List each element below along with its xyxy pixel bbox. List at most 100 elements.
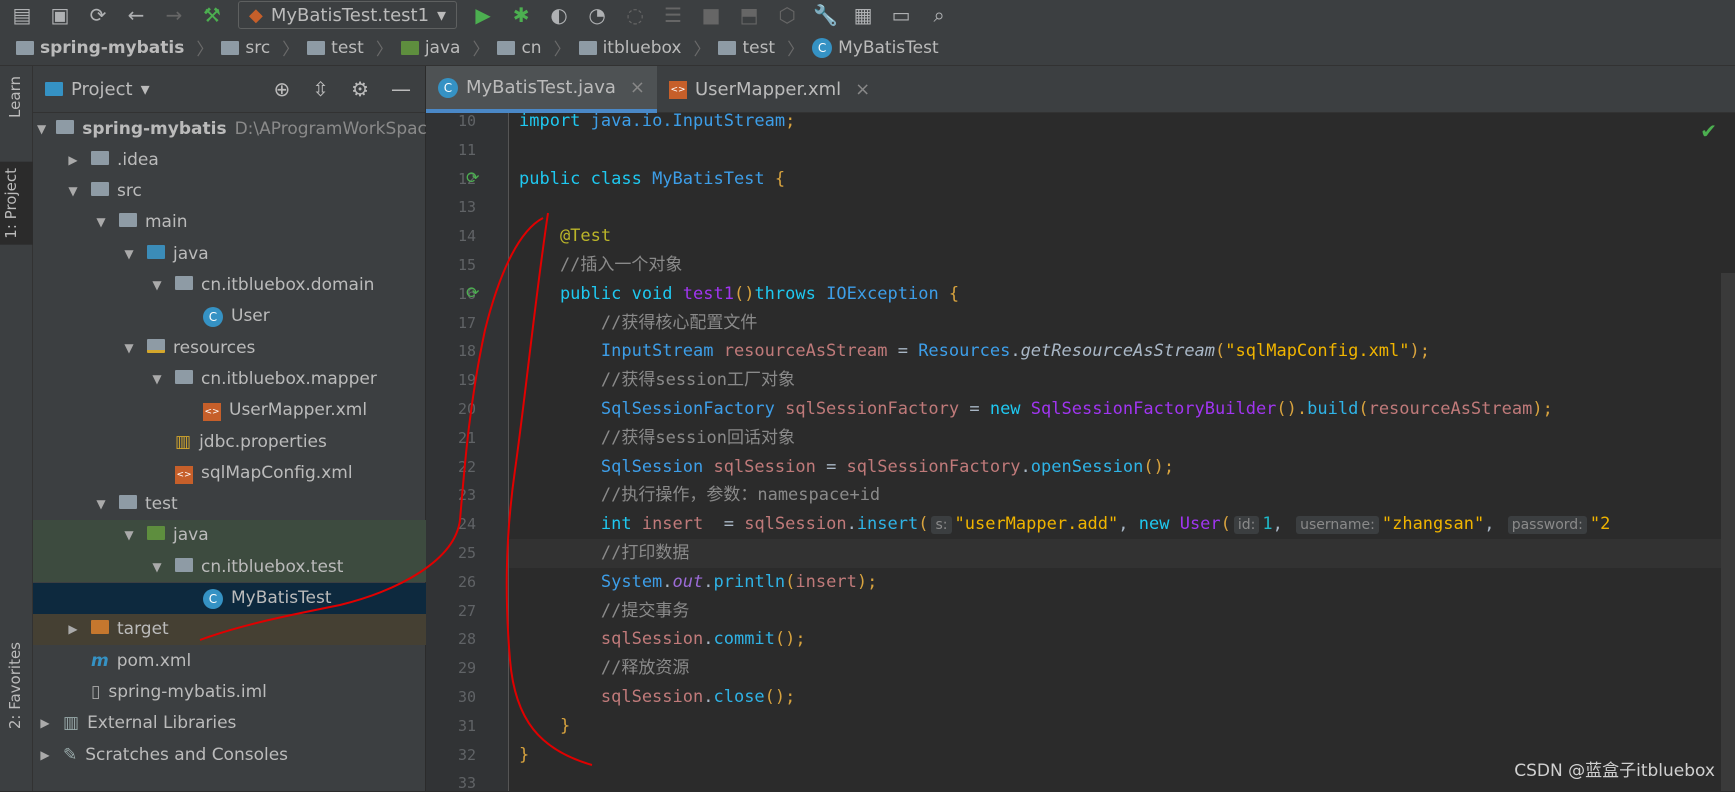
settings-icon[interactable]: 🔧 <box>813 3 838 27</box>
expand-arrow-icon[interactable]: ▼ <box>149 278 165 292</box>
tree-item[interactable]: ▯ spring-mybatis.iml <box>33 676 426 707</box>
deploy-icon[interactable]: ⬒ <box>737 3 761 27</box>
tree-item[interactable]: ▼ test <box>33 489 426 520</box>
tree-item[interactable]: <> sqlMapConfig.xml <box>33 457 426 488</box>
expand-arrow-icon[interactable]: ▶ <box>65 622 81 636</box>
project-structure-icon[interactable]: ▦ <box>851 3 875 27</box>
hide-icon[interactable]: — <box>391 77 411 101</box>
tree-item[interactable]: ▼ java <box>33 519 426 551</box>
expand-arrow-icon[interactable]: ▶ <box>37 748 53 762</box>
tree-item[interactable]: C MyBatisTest <box>33 582 426 614</box>
code-token: //提交事务 <box>519 600 690 621</box>
open-icon[interactable]: ▤ <box>10 3 34 27</box>
expand-arrow-icon[interactable]: ▼ <box>121 247 137 261</box>
run-gutter-icon[interactable]: ⟳ <box>466 168 479 187</box>
structure-icon[interactable]: ⬡ <box>775 3 799 27</box>
expand-arrow-icon[interactable]: ▼ <box>121 341 137 355</box>
tree-item-label: User <box>231 306 270 327</box>
expand-arrow-icon[interactable]: ▼ <box>121 528 137 542</box>
code-line: //提交事务 <box>519 597 689 626</box>
tree-item-label: target <box>117 619 169 640</box>
collapse-all-icon[interactable]: ⇳ <box>312 77 329 101</box>
back-icon[interactable]: ← <box>124 3 148 27</box>
breadcrumb-item[interactable]: cn 〉 <box>497 35 571 60</box>
tree-item[interactable]: ▼ src <box>33 176 426 207</box>
tree-item[interactable]: ▶ target <box>33 613 426 645</box>
favorites-tool-button[interactable]: 2: Favorites <box>4 636 26 735</box>
tree-item[interactable]: ▶ ✎ Scratches and Consoles <box>33 739 426 770</box>
run-gutter-icon[interactable]: ⟳ <box>466 283 479 302</box>
tree-item[interactable]: ▼ cn.itbluebox.domain <box>33 270 426 301</box>
code-line: public class MyBatisTest { <box>519 165 785 194</box>
stop-icon[interactable]: ■ <box>699 3 723 27</box>
tree-item-label: Scratches and Consoles <box>85 744 289 765</box>
tree-item[interactable]: ▼ main <box>33 207 426 238</box>
expand-arrow-icon[interactable]: ▼ <box>93 497 109 511</box>
step-icon[interactable]: ☰ <box>661 3 685 27</box>
code-token: } <box>519 715 571 736</box>
tab-mybatistest-java[interactable]: C MyBatisTest.java × <box>426 66 657 113</box>
expand-arrow-icon[interactable]: ▶ <box>37 716 53 730</box>
tree-item[interactable]: ▼ java <box>33 238 426 269</box>
folder-blue-icon <box>147 244 165 264</box>
build-icon[interactable]: ⚒ <box>200 3 224 27</box>
expand-arrow-icon[interactable]: ▼ <box>93 215 109 229</box>
close-icon[interactable]: × <box>855 79 870 100</box>
code-token: "sqlMapConfig.xml" <box>1225 341 1410 362</box>
project-tool-button[interactable]: 1: Project <box>0 162 33 245</box>
breadcrumb-item[interactable]: spring-mybatis 〉 <box>16 35 213 60</box>
expand-arrow-icon[interactable]: ▼ <box>149 560 165 574</box>
attach-icon[interactable]: ◌ <box>623 3 647 27</box>
code-editor[interactable]: ✔ CSDN @蓝盒子itbluebox import java.io.Inpu… <box>509 113 1735 791</box>
tree-item[interactable]: ▼ cn.itbluebox.mapper <box>33 363 426 394</box>
chevron-down-icon[interactable]: ▾ <box>141 79 150 100</box>
tree-item[interactable]: m pom.xml <box>33 645 426 676</box>
run-icon[interactable]: ▶ <box>471 3 495 27</box>
tree-item[interactable]: ▥ jdbc.properties <box>33 426 426 457</box>
save-icon[interactable]: ▣ <box>48 3 72 27</box>
terminal-icon[interactable]: ▭ <box>889 3 913 27</box>
code-token: sqlSessionFactory <box>785 399 970 419</box>
xml-icon: <> <box>175 462 193 484</box>
tree-item[interactable]: ▼ cn.itbluebox.test <box>33 551 426 583</box>
code-token: ); <box>1409 341 1430 362</box>
breadcrumb-item[interactable]: test 〉 <box>307 35 393 60</box>
tree-item[interactable]: <> UserMapper.xml <box>33 395 426 426</box>
tree-item[interactable]: ▶ ▥ External Libraries <box>33 708 426 739</box>
expand-arrow-icon[interactable]: ▼ <box>149 372 165 386</box>
forward-icon[interactable]: → <box>162 3 186 27</box>
tab-usermapper-xml[interactable]: <> UserMapper.xml × <box>657 66 882 113</box>
profile-icon[interactable]: ◔ <box>585 3 609 27</box>
debug-icon[interactable]: ✱ <box>509 3 533 27</box>
sync-icon[interactable]: ⟳ <box>86 3 110 27</box>
code-token: (); <box>764 687 796 707</box>
learn-tool-button[interactable]: Learn <box>4 70 26 124</box>
code-line: //执行操作，参数：namespace+id <box>519 481 880 510</box>
project-view-select[interactable]: Project <box>71 79 133 100</box>
code-token: = <box>723 514 745 535</box>
run-configuration-select[interactable]: ◆ MyBatisTest.test1 ▾ <box>238 1 458 29</box>
locate-icon[interactable]: ⊕ <box>274 77 291 101</box>
expand-arrow-icon[interactable]: ▶ <box>65 153 81 167</box>
tree-item-label: java <box>173 525 209 546</box>
tree-item[interactable]: ▼ spring-mybatis D:\AProgramWorkSpace <box>33 113 437 144</box>
breadcrumb-item[interactable]: test 〉 <box>718 35 804 60</box>
code-token: . <box>1020 456 1031 477</box>
coverage-icon[interactable]: ◐ <box>547 3 571 27</box>
expand-arrow-icon[interactable]: ▼ <box>37 122 46 136</box>
breadcrumb-item[interactable]: C MyBatisTest <box>812 37 939 58</box>
expand-arrow-icon[interactable]: ▼ <box>65 184 81 198</box>
tree-item[interactable]: C User <box>33 301 426 332</box>
breadcrumb-item[interactable]: java 〉 <box>400 35 489 60</box>
editor-scrollbar[interactable] <box>1721 273 1735 791</box>
breadcrumb-item[interactable]: itbluebox 〉 <box>578 35 710 60</box>
close-icon[interactable]: × <box>630 77 645 98</box>
breadcrumb-item[interactable]: src 〉 <box>221 35 299 60</box>
gear-icon[interactable]: ⚙ <box>351 77 369 101</box>
project-panel-header: Project ▾ ⊕ ⇳ ⚙ — <box>33 66 425 113</box>
tree-item[interactable]: ▼ resources <box>33 332 426 363</box>
code-token: insert <box>795 571 857 592</box>
search-icon[interactable]: ⌕ <box>927 3 951 27</box>
tree-item[interactable]: ▶ .idea <box>33 144 426 175</box>
line-number: 22 <box>457 457 476 476</box>
